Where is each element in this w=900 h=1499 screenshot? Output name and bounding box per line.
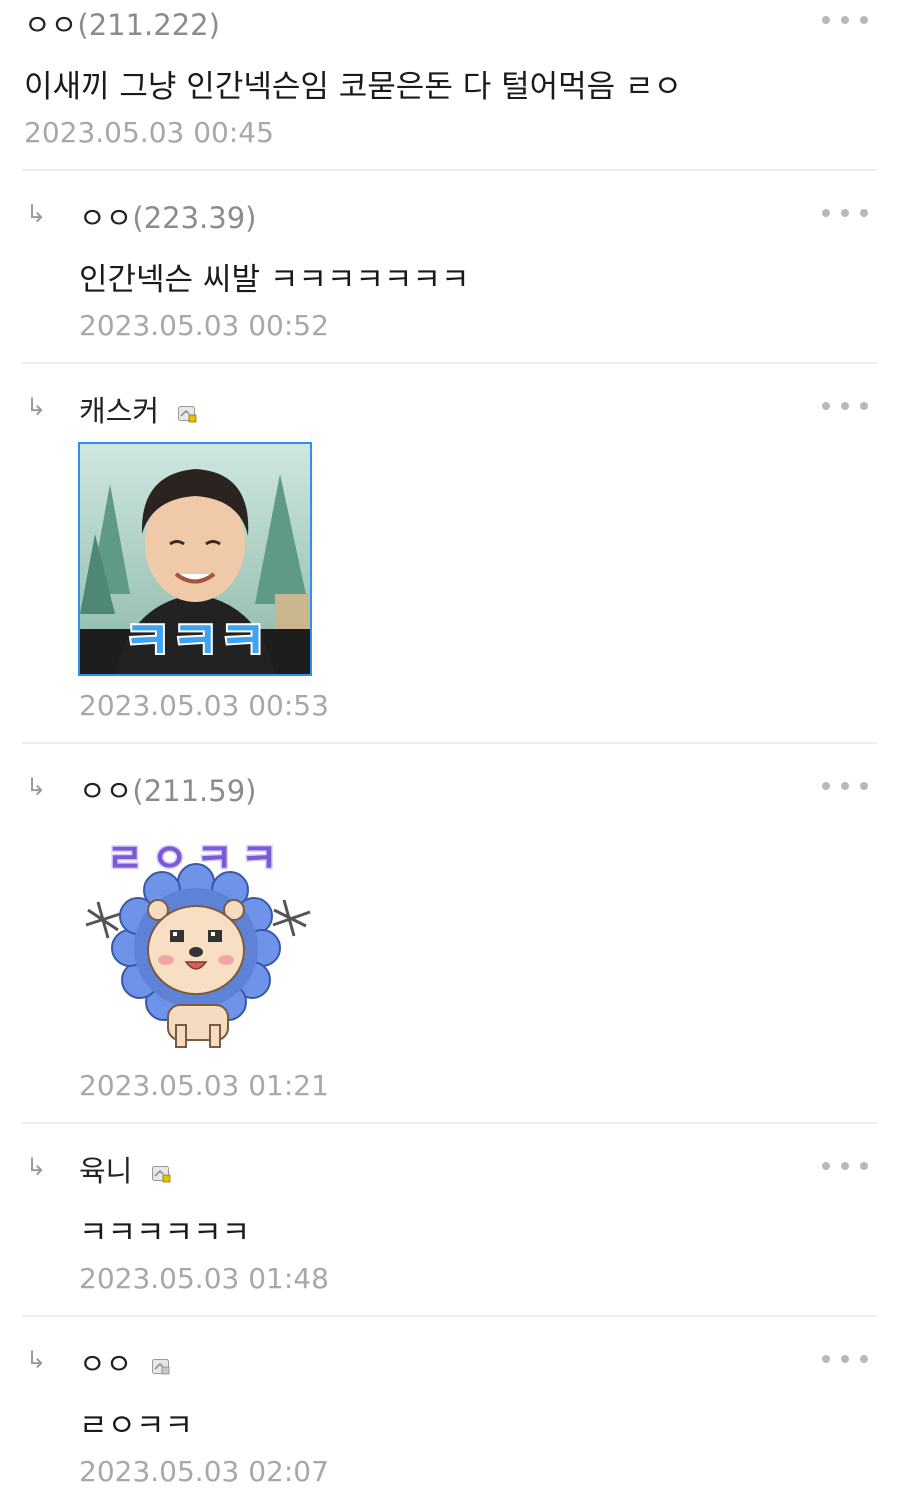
author-nickname: ㅇㅇ	[79, 1347, 133, 1381]
author-ip: (211.59)	[132, 774, 257, 808]
divider	[22, 1315, 877, 1317]
member-badge-icon	[178, 396, 197, 423]
member-badge-icon	[151, 1349, 171, 1375]
reply-arrow-icon: ↳	[26, 200, 47, 228]
reply-arrow-icon: ↳	[26, 1346, 47, 1374]
reply-arrow-icon: ↳	[26, 773, 47, 801]
more-options-icon[interactable]	[822, 203, 868, 223]
divider	[22, 1122, 877, 1124]
divider	[22, 169, 877, 171]
emoticon-photo: ㅋㅋㅋ	[80, 444, 310, 674]
emoticon-image[interactable]: ㅋㅋㅋ	[78, 442, 312, 676]
comment-author[interactable]: 캐스커	[79, 388, 197, 430]
comment-author[interactable]: ㅇㅇ	[79, 1341, 171, 1383]
comment-text: 이새끼 그냥 인간넥슨임 코묻은돈 다 털어먹음 ㄹㅇ	[24, 69, 683, 105]
emoticon-caption: ㅋㅋㅋ	[123, 612, 267, 672]
more-options-icon[interactable]	[822, 1156, 868, 1176]
comment-text: ㅋㅋㅋㅋㅋㅋ	[79, 1215, 251, 1251]
comment-author[interactable]: 육니	[79, 1148, 171, 1190]
comment-date: 2023.05.03 02:07	[79, 1455, 329, 1488]
more-options-icon[interactable]	[822, 776, 868, 796]
comment-date: 2023.05.03 01:48	[79, 1262, 329, 1295]
more-options-icon[interactable]	[822, 10, 868, 30]
author-nickname: ㅇㅇ	[24, 8, 78, 42]
author-nickname: ㅇㅇ	[79, 774, 133, 808]
comment-text: 인간넥슨 씨발 ㅋㅋㅋㅋㅋㅋㅋ	[79, 262, 470, 298]
comment-text: ㄹㅇㅋㅋ	[79, 1408, 194, 1444]
member-badge-icon	[151, 1156, 171, 1183]
author-ip: (223.39)	[132, 201, 257, 235]
more-options-icon[interactable]	[822, 1349, 868, 1369]
comment-author[interactable]: ㅇㅇ(211.59)	[79, 768, 256, 810]
author-nickname: 육니	[79, 1154, 133, 1188]
emoticon-image[interactable]: ㄹㅇㅋㅋ	[78, 830, 314, 1052]
author-nickname: ㅇㅇ	[79, 201, 133, 235]
comment-date: 2023.05.03 01:21	[79, 1069, 329, 1102]
comment-author[interactable]: ㅇㅇ(211.222)	[24, 2, 220, 44]
comment-date: 2023.05.03 00:53	[79, 689, 329, 722]
author-nickname: 캐스커	[79, 394, 160, 428]
divider	[22, 362, 877, 364]
lion-sticker-icon: ㄹㅇㅋㅋ	[85, 835, 311, 1048]
more-options-icon[interactable]	[822, 396, 868, 416]
divider	[22, 742, 877, 744]
comment-author[interactable]: ㅇㅇ(223.39)	[79, 195, 256, 237]
comment-date: 2023.05.03 00:52	[79, 309, 329, 342]
comment-date: 2023.05.03 00:45	[24, 116, 274, 149]
reply-arrow-icon: ↳	[26, 1153, 47, 1181]
author-ip: (211.222)	[77, 8, 220, 42]
reply-arrow-icon: ↳	[26, 393, 47, 421]
